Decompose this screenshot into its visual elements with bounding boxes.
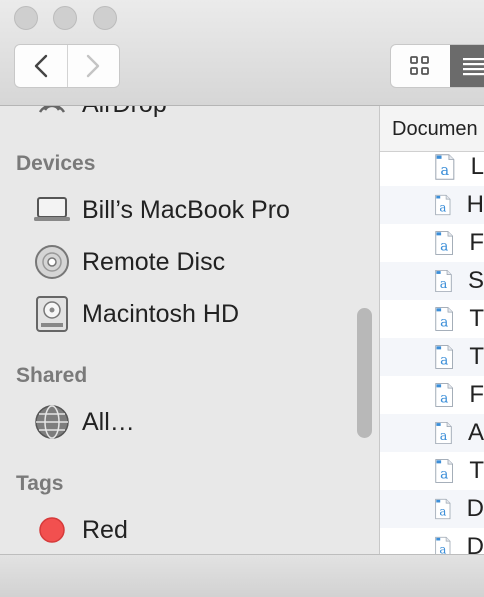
- list-view-button[interactable]: [449, 45, 484, 87]
- file-name: F: [469, 381, 484, 408]
- file-name: L: [470, 153, 484, 180]
- file-name: F: [469, 229, 484, 256]
- document-icon: a: [435, 345, 454, 369]
- sidebar: AirDrop Devices Bill’s MacBook Pro Remot…: [0, 106, 379, 554]
- svg-text:a: a: [440, 467, 448, 483]
- svg-text:a: a: [440, 162, 449, 179]
- file-name: T: [469, 457, 484, 484]
- table-row[interactable]: aF: [380, 376, 484, 414]
- sidebar-scrollbar[interactable]: [357, 308, 372, 438]
- file-name: S: [467, 267, 484, 294]
- file-name: A: [467, 419, 484, 446]
- view-mode-buttons: [390, 44, 484, 88]
- document-icon: a: [435, 269, 452, 292]
- document-icon: a: [435, 154, 455, 180]
- sidebar-item-macintosh-hd[interactable]: Macintosh HD: [32, 294, 239, 334]
- disc-icon: [32, 242, 72, 282]
- document-icon: a: [435, 536, 451, 554]
- document-icon: a: [435, 498, 451, 520]
- svg-text:a: a: [440, 239, 448, 255]
- chevron-right-icon: [87, 54, 100, 78]
- sidebar-item-airdrop[interactable]: AirDrop: [32, 106, 167, 124]
- document-icon: a: [435, 194, 451, 216]
- svg-text:a: a: [440, 315, 448, 331]
- file-name: D: [466, 495, 484, 522]
- file-name: T: [469, 305, 484, 332]
- laptop-icon: [32, 190, 72, 230]
- document-icon: a: [435, 459, 454, 483]
- document-icon: a: [435, 307, 454, 331]
- red-tag-icon: [32, 510, 72, 550]
- sidebar-item-label: Macintosh HD: [82, 299, 239, 328]
- chevron-left-icon: [34, 54, 47, 78]
- file-name: H: [466, 191, 484, 218]
- svg-text:a: a: [439, 543, 446, 554]
- sidebar-item-label: Remote Disc: [82, 247, 226, 276]
- document-icon: a: [435, 231, 454, 255]
- svg-text:a: a: [440, 353, 448, 369]
- sidebar-item-remote-disc[interactable]: Remote Disc: [32, 242, 225, 282]
- table-row[interactable]: aT: [380, 338, 484, 376]
- file-list: Documen aLaHaFaSaTaTaFaAaTaDaD: [380, 106, 484, 554]
- toolbar: [0, 0, 484, 106]
- table-row[interactable]: aT: [380, 452, 484, 490]
- svg-text:a: a: [440, 277, 448, 292]
- section-header-tags: Tags: [16, 472, 64, 495]
- section-header-devices: Devices: [16, 152, 96, 175]
- table-row[interactable]: aL: [380, 148, 484, 186]
- airdrop-icon: [32, 106, 72, 124]
- table-row[interactable]: aA: [380, 414, 484, 452]
- close-window-button[interactable]: [14, 6, 38, 30]
- grid-view-icon: [410, 56, 430, 75]
- minimize-window-button[interactable]: [53, 6, 77, 30]
- forward-button[interactable]: [66, 45, 120, 87]
- sidebar-item-macbook-pro[interactable]: Bill’s MacBook Pro: [32, 190, 290, 230]
- svg-text:a: a: [439, 201, 446, 215]
- svg-text:a: a: [440, 391, 448, 407]
- table-row[interactable]: aH: [380, 186, 484, 224]
- section-header-shared: Shared: [16, 364, 88, 387]
- document-icon: a: [435, 383, 454, 407]
- table-row[interactable]: aD: [380, 528, 484, 554]
- table-row[interactable]: aD: [380, 490, 484, 528]
- table-row[interactable]: aF: [380, 224, 484, 262]
- document-icon: a: [435, 421, 452, 444]
- list-view-icon: [463, 58, 484, 76]
- navigation-buttons: [14, 44, 120, 88]
- table-row[interactable]: aS: [380, 262, 484, 300]
- sidebar-item-label: Red: [82, 515, 128, 544]
- column-header-name[interactable]: Documen: [380, 106, 484, 152]
- status-bar: [0, 554, 484, 597]
- file-name: T: [469, 343, 484, 370]
- sidebar-item-label: Bill’s MacBook Pro: [82, 195, 290, 224]
- hard-drive-icon: [32, 294, 72, 334]
- sidebar-item-tag-red[interactable]: Red: [32, 510, 128, 550]
- icon-view-button[interactable]: [391, 45, 450, 87]
- svg-text:a: a: [440, 429, 448, 444]
- sidebar-item-all-shared[interactable]: All…: [32, 402, 135, 442]
- network-globe-icon: [32, 402, 72, 442]
- table-row[interactable]: aT: [380, 300, 484, 338]
- zoom-window-button[interactable]: [93, 6, 117, 30]
- sidebar-item-label: All…: [82, 407, 135, 436]
- back-button[interactable]: [15, 45, 67, 87]
- svg-text:a: a: [439, 505, 446, 519]
- sidebar-item-label: AirDrop: [82, 106, 167, 119]
- file-name: D: [466, 533, 484, 554]
